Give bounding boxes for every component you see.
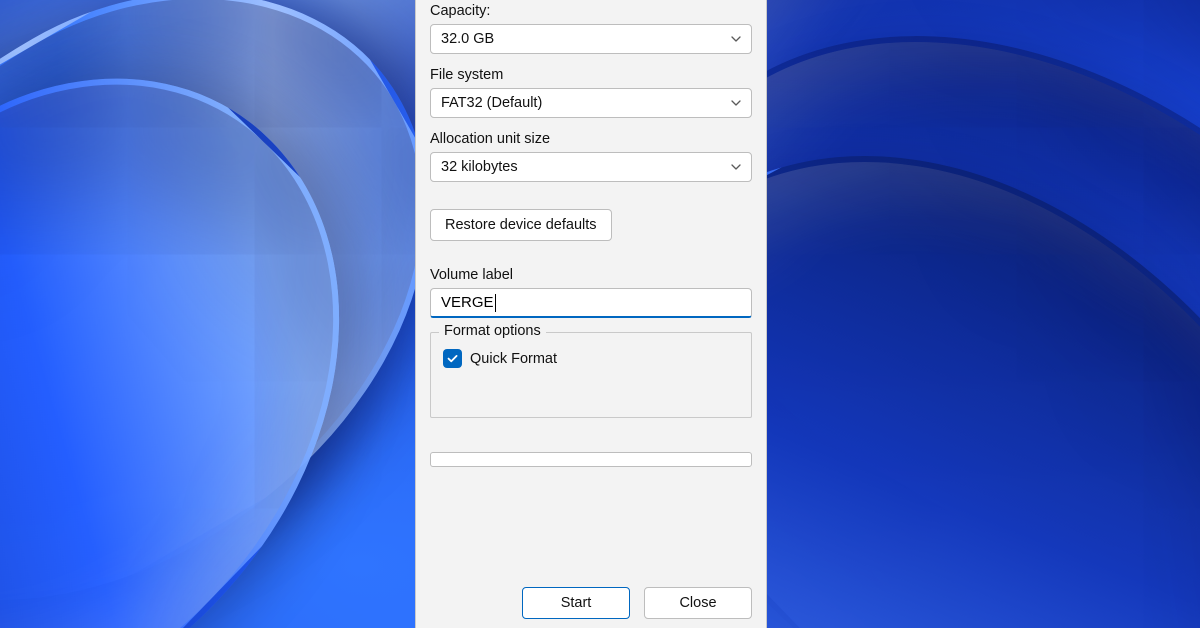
capacity-field: Capacity: 32.0 GB [430,3,752,54]
allocation-unit-size-label: Allocation unit size [430,131,752,147]
text-caret [495,294,496,312]
volume-label-value: VERGE [441,294,494,311]
close-button-label: Close [679,595,716,611]
quick-format-row: Quick Format [443,349,739,368]
file-system-field: File system FAT32 (Default) [430,67,752,118]
format-options-legend: Format options [439,323,546,339]
restore-defaults-label: Restore device defaults [445,217,597,233]
allocation-unit-size-select[interactable]: 32 kilobytes [430,152,752,182]
chevron-down-icon [730,161,742,173]
quick-format-checkbox[interactable] [443,349,462,368]
capacity-label: Capacity: [430,3,752,19]
allocation-unit-size-value: 32 kilobytes [441,159,518,175]
close-button[interactable]: Close [644,587,752,619]
restore-defaults-row: Restore device defaults [430,209,752,241]
format-options-group: Format options Quick Format [430,332,752,418]
chevron-down-icon [730,97,742,109]
chevron-down-icon [730,33,742,45]
volume-label-input[interactable]: VERGE [430,288,752,318]
format-dialog: Capacity: 32.0 GB File system FAT32 (Def… [415,0,767,628]
capacity-select[interactable]: 32.0 GB [430,24,752,54]
allocation-unit-size-field: Allocation unit size 32 kilobytes [430,131,752,182]
volume-label-label: Volume label [430,267,752,283]
restore-defaults-button[interactable]: Restore device defaults [430,209,612,241]
volume-label-field: Volume label VERGE [430,267,752,318]
progress-bar [430,452,752,467]
dialog-buttons: Start Close [430,587,752,619]
file-system-label: File system [430,67,752,83]
file-system-select[interactable]: FAT32 (Default) [430,88,752,118]
capacity-value: 32.0 GB [441,31,494,47]
quick-format-label: Quick Format [470,351,557,367]
start-button-label: Start [561,595,592,611]
file-system-value: FAT32 (Default) [441,95,542,111]
start-button[interactable]: Start [522,587,630,619]
check-icon [446,352,459,365]
